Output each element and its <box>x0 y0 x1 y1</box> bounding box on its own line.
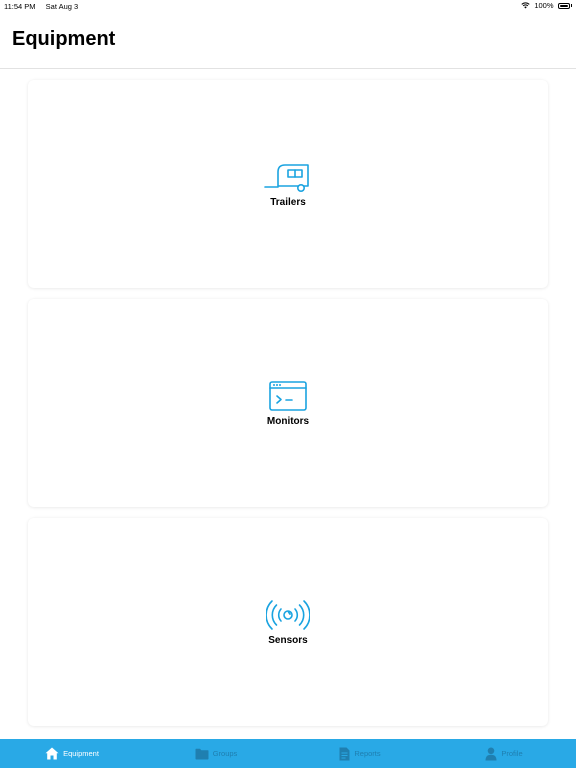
status-date: Sat Aug 3 <box>45 2 79 11</box>
person-icon <box>485 747 497 760</box>
status-right: 100% <box>521 1 572 10</box>
trailer-icon <box>264 163 309 192</box>
tab-profile[interactable]: Profile <box>432 739 576 768</box>
sensor-signal-icon <box>266 599 310 630</box>
status-bar: 11:54 PM Sat Aug 3 100% <box>0 0 576 12</box>
tab-profile-label: Profile <box>501 749 523 758</box>
folder-icon <box>195 748 209 759</box>
monitor-terminal-icon <box>269 380 307 411</box>
sensors-label: Sensors <box>268 634 308 646</box>
home-icon <box>45 747 59 760</box>
monitors-card[interactable]: Monitors <box>28 299 548 507</box>
tab-groups[interactable]: Groups <box>144 739 288 768</box>
page-title: Equipment <box>12 28 116 50</box>
status-time: 11:54 PM <box>4 2 36 11</box>
battery-cap <box>570 4 572 7</box>
tab-equipment[interactable]: Equipment <box>0 739 144 768</box>
tab-bar: Equipment Groups Reports Profile <box>0 739 576 768</box>
tab-groups-label: Groups <box>212 749 238 758</box>
sensors-card[interactable]: Sensors <box>28 518 548 726</box>
tab-equipment-label: Equipment <box>63 749 99 758</box>
monitors-label: Monitors <box>266 415 310 427</box>
trailers-label: Trailers <box>270 196 306 208</box>
battery-icon <box>557 2 570 9</box>
tab-reports[interactable]: Reports <box>288 739 432 768</box>
status-left: 11:54 PM Sat Aug 3 <box>4 2 86 11</box>
battery-percent: 100% <box>534 1 554 10</box>
trailers-card[interactable]: Trailers <box>28 80 548 288</box>
tab-reports-label: Reports <box>354 749 381 758</box>
document-icon <box>339 747 350 760</box>
wifi-icon <box>521 2 530 9</box>
